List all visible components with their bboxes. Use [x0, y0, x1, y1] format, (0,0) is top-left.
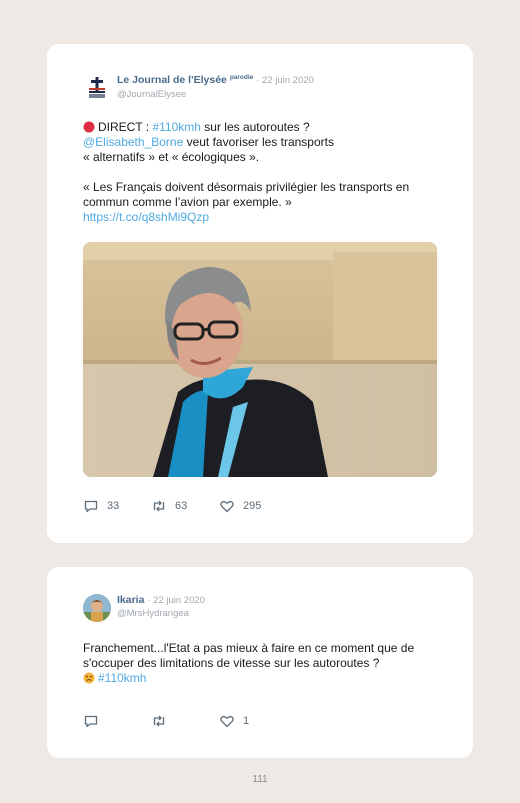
red-circle-icon [83, 121, 95, 133]
tweet-text: DIRECT : #110kmh sur les autoroutes ? @E… [83, 120, 443, 225]
retweet-icon [153, 715, 165, 727]
tweet-header: Ikaria · 22 juin 2020 @MrsHydrangea [83, 594, 205, 622]
retweet-button[interactable]: 63 [151, 498, 219, 514]
author-handle[interactable]: @MrsHydrangea [117, 608, 205, 620]
angry-face-emoji-icon [83, 672, 95, 684]
elysee-logo-icon [89, 77, 105, 98]
avatar[interactable] [83, 74, 111, 102]
reply-button[interactable] [83, 713, 151, 729]
hashtag-link[interactable]: #110kmh [98, 671, 146, 685]
tweet-body: Franchement...l'Etat a pas mieux à faire… [83, 641, 415, 670]
tweet-actions: 33 63 295 [83, 498, 279, 514]
author-handle[interactable]: @JournalElysee [117, 89, 314, 101]
tweet-card: Le Journal de l'Elysée parodie · 22 juin… [47, 44, 473, 543]
avatar[interactable] [83, 594, 111, 622]
retweet-button[interactable] [151, 713, 219, 729]
retweet-icon [153, 500, 165, 512]
tweet-quote: « Les Français doivent désormais privilé… [83, 180, 410, 209]
tweet-url-link[interactable]: https://t.co/q8shMi9Qzp [83, 210, 443, 225]
tweet-header: Le Journal de l'Elysée parodie · 22 juin… [83, 74, 314, 102]
like-button[interactable]: 1 [219, 713, 279, 729]
like-count: 1 [243, 715, 250, 727]
tweet-date[interactable]: · 22 juin 2020 [147, 595, 205, 606]
heart-icon [220, 500, 234, 513]
portrait-photo [83, 242, 437, 477]
profile-picture-icon [83, 594, 111, 622]
author-name[interactable]: Le Journal de l'Elysée [117, 74, 227, 86]
heart-icon [220, 715, 234, 728]
tweet-text: Franchement...l'Etat a pas mieux à faire… [83, 641, 443, 686]
like-button[interactable]: 295 [219, 498, 279, 514]
tweet-actions: 1 [83, 713, 279, 729]
tweet-date[interactable]: · 22 juin 2020 [256, 75, 314, 86]
parody-badge: parodie [229, 74, 254, 81]
like-count: 295 [243, 500, 262, 512]
tweet-card: Ikaria · 22 juin 2020 @MrsHydrangea Fran… [47, 567, 473, 758]
tweet-line1-prefix: DIRECT : [98, 120, 153, 134]
tweet-line2-suffix: veut favoriser les transports [183, 135, 334, 149]
retweet-count: 63 [175, 500, 188, 512]
author-name[interactable]: Ikaria [117, 594, 144, 606]
reply-button[interactable]: 33 [83, 498, 151, 514]
tweet-line3: « alternatifs » et « écologiques ». [83, 150, 260, 164]
mention-link[interactable]: @Elisabeth_Borne [83, 135, 183, 149]
hashtag-link[interactable]: #110kmh [152, 120, 200, 134]
tweet-line1-suffix: sur les autoroutes ? [200, 120, 310, 134]
reply-icon [84, 500, 98, 513]
page-number: 111 [252, 774, 268, 785]
reply-icon [84, 715, 98, 728]
reply-count: 33 [107, 500, 120, 512]
tweet-photo[interactable] [83, 242, 437, 477]
